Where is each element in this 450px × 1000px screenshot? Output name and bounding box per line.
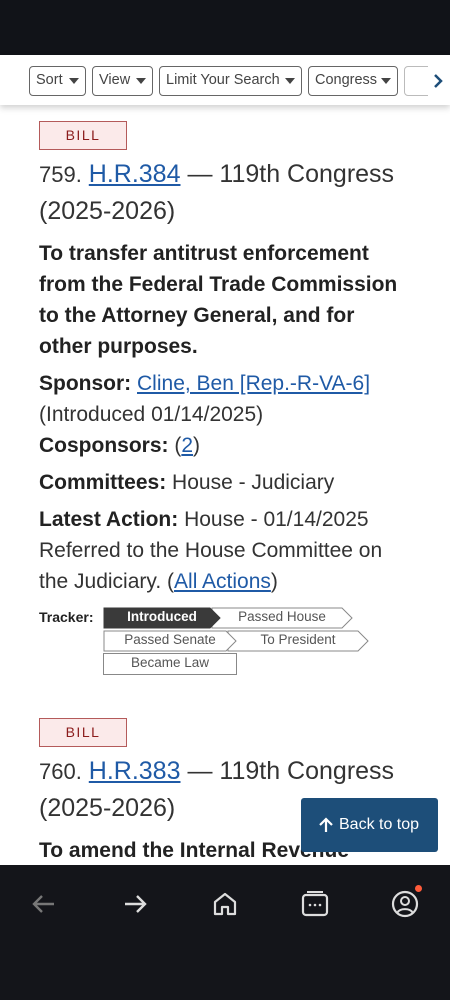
status-bar <box>0 0 450 55</box>
latest-action-label: Latest Action: <box>39 508 179 531</box>
tracker-step-became-law: Became Law <box>103 653 237 675</box>
cosponsors-link[interactable]: 2 <box>181 434 193 457</box>
filter-bar: Sort View Limit Your Search Congress <box>0 55 450 105</box>
result-number: 759. <box>39 162 82 187</box>
tracker-step-introduced: Introduced <box>103 607 221 629</box>
arrow-up-icon <box>319 817 333 832</box>
bill-title: To transfer antitrust enforcement from t… <box>39 242 398 358</box>
bill-link[interactable]: H.R.384 <box>89 160 181 188</box>
tracker-step-to-president: To President <box>227 630 369 652</box>
limit-search-dropdown[interactable]: Limit Your Search <box>159 66 302 96</box>
introduced-date: (Introduced 01/14/2025) <box>39 403 264 426</box>
bill-tracker: Tracker: Passed House Introduced To Pres… <box>39 607 409 677</box>
committees-field: Committees: House - Judiciary <box>39 467 409 498</box>
cosponsors-label: Cosponsors: <box>39 434 169 457</box>
result-number: 760. <box>39 759 82 784</box>
results-list: BILL 759. H.R.384 — 119th Congress (2025… <box>0 105 450 865</box>
all-actions-link[interactable]: All Actions <box>174 570 271 593</box>
tracker-step-passed-house: Passed House <box>211 607 353 629</box>
tabs-icon[interactable] <box>298 887 332 921</box>
sort-label: Sort <box>36 72 63 88</box>
scroll-right-button[interactable] <box>428 66 450 96</box>
back-arrow-icon[interactable] <box>27 887 61 921</box>
notification-dot <box>415 885 422 892</box>
caret-down-icon <box>285 78 295 84</box>
bill-badge: BILL <box>39 121 127 150</box>
caret-down-icon <box>136 78 146 84</box>
limit-search-label: Limit Your Search <box>166 72 280 88</box>
back-to-top-label: Back to top <box>339 816 420 833</box>
result-heading: 759. H.R.384 — 119th Congress (2025-2026… <box>39 156 409 229</box>
bill-link[interactable]: H.R.383 <box>89 757 181 785</box>
back-to-top-button[interactable]: Back to top <box>301 798 438 852</box>
bill-badge: BILL <box>39 718 127 747</box>
committees-value: House - Judiciary <box>172 471 335 494</box>
caret-down-icon <box>69 78 79 84</box>
profile-icon[interactable] <box>388 887 422 921</box>
result-item: BILL 759. H.R.384 — 119th Congress (2025… <box>39 121 409 677</box>
sponsor-label: Sponsor: <box>39 372 132 395</box>
tracker-step-passed-senate: Passed Senate <box>103 630 237 652</box>
sponsor-link[interactable]: Cline, Ben [Rep.-R-VA-6] <box>137 372 370 395</box>
chevron-right-icon <box>434 74 443 88</box>
browser-nav-bar <box>0 865 450 1000</box>
congress-dropdown[interactable]: Congress <box>308 66 398 96</box>
caret-down-icon <box>381 78 391 84</box>
view-label: View <box>99 72 131 88</box>
sponsor-field: Sponsor: Cline, Ben [Rep.-R-VA-6] (Intro… <box>39 372 371 457</box>
home-icon[interactable] <box>208 887 242 921</box>
committees-label: Committees: <box>39 471 167 494</box>
forward-arrow-icon[interactable] <box>118 887 152 921</box>
sort-dropdown[interactable]: Sort <box>29 66 86 96</box>
view-dropdown[interactable]: View <box>92 66 153 96</box>
congress-label: Congress <box>315 72 378 88</box>
latest-action-field: Latest Action: House - 01/14/2025 Referr… <box>39 508 383 593</box>
tracker-label: Tracker: <box>39 609 94 625</box>
